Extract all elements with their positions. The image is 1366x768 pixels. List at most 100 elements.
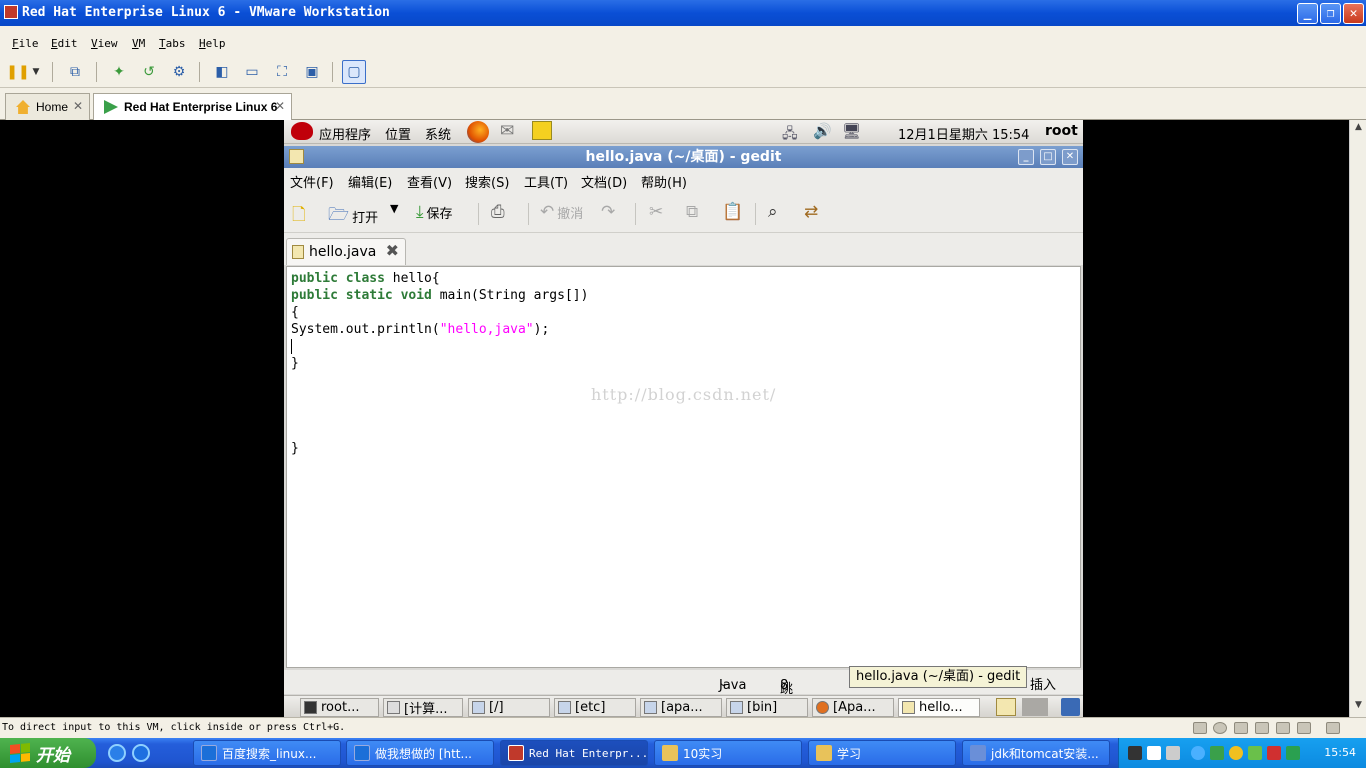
power-dropdown-icon[interactable]: ▼ xyxy=(28,60,44,84)
gedit-menu-documents[interactable]: 文档(D) xyxy=(581,172,627,191)
tray-shield-icon[interactable] xyxy=(1286,746,1300,760)
menu-file[interactable]: File xyxy=(12,37,39,50)
ie-quicklaunch-icon[interactable] xyxy=(108,744,126,762)
gedit-minimize-button[interactable]: _ xyxy=(1018,149,1034,165)
ie-quicklaunch-2-icon[interactable] xyxy=(132,744,150,762)
trash-icon[interactable] xyxy=(1061,698,1080,716)
scroll-up-arrow-icon[interactable]: ▲ xyxy=(1352,122,1365,136)
send-ctrl-alt-del-icon[interactable]: ⧉ xyxy=(63,60,87,84)
tray-app-icon[interactable] xyxy=(1147,746,1161,760)
menu-vm[interactable]: VM xyxy=(132,37,145,50)
copy-button[interactable]: ⧉ xyxy=(686,202,698,222)
gedit-menu-file[interactable]: 文件(F) xyxy=(290,172,334,191)
snapshot-icon[interactable]: ✦ xyxy=(107,60,131,84)
maximize-button[interactable]: ❐ xyxy=(1320,3,1341,24)
console-view-icon[interactable]: ▭ xyxy=(240,60,264,84)
menu-help[interactable]: Help xyxy=(199,37,226,50)
paste-button[interactable]: 📋 xyxy=(722,202,743,222)
message-log-icon[interactable] xyxy=(1326,722,1340,734)
taskbar-item-2[interactable]: 做我想做的 [htt... xyxy=(346,740,494,766)
taskbar-item-6[interactable]: jdk和tomcat安装... xyxy=(962,740,1110,766)
taskbar-item-5[interactable]: 学习 xyxy=(808,740,956,766)
redo-button[interactable]: ↷ xyxy=(601,202,615,222)
taskbar-item-3[interactable]: Red Hat Enterpr... xyxy=(500,740,648,766)
snapshot-manager-icon[interactable]: ⚙ xyxy=(167,60,191,84)
sidebar-view-icon[interactable]: ◧ xyxy=(210,60,234,84)
close-button[interactable]: ✕ xyxy=(1343,3,1364,24)
document-tab[interactable]: hello.java ✖ xyxy=(286,238,406,265)
menu-edit[interactable]: Edit xyxy=(51,37,78,50)
code-editor[interactable]: public class hello{ public static void m… xyxy=(286,266,1081,668)
gedit-menu-edit[interactable]: 编辑(E) xyxy=(348,172,392,191)
guest-screen[interactable]: 应用程序 位置 系统 ✉ 🖧 🔊 🖥 12月1日星期六 15:54 root h… xyxy=(284,120,1083,754)
gedit-close-button[interactable]: ✕ xyxy=(1062,149,1078,165)
panel-user[interactable]: root xyxy=(1045,123,1078,139)
close-tab-icon[interactable]: ✕ xyxy=(73,99,83,113)
print-button[interactable]: ⎙ xyxy=(491,202,505,222)
guest-task-firefox[interactable]: [Apa... xyxy=(812,698,894,717)
find-button[interactable]: ⌕ xyxy=(768,202,778,222)
cd-dvd-icon[interactable] xyxy=(1213,722,1227,734)
gedit-menu-tools[interactable]: 工具(T) xyxy=(524,172,568,191)
full-screen-icon[interactable]: ⛶ xyxy=(270,60,294,84)
menu-system[interactable]: 系统 xyxy=(425,124,451,143)
tray-antivirus-icon[interactable] xyxy=(1267,746,1281,760)
menu-view[interactable]: View xyxy=(91,37,118,50)
hard-disk-icon[interactable] xyxy=(1193,722,1207,734)
system-clock[interactable]: 15:54 xyxy=(1324,746,1356,759)
mail-icon[interactable]: ✉ xyxy=(500,121,514,141)
volume-icon[interactable]: 🔊 xyxy=(813,122,832,140)
start-button[interactable]: 开始 xyxy=(0,738,96,768)
display-icon[interactable]: 🖥 xyxy=(842,122,861,140)
scroll-down-arrow-icon[interactable]: ▼ xyxy=(1352,700,1365,714)
new-document-button[interactable]: 🗋 xyxy=(292,202,306,231)
guest-task-bin-folder[interactable]: [bin] xyxy=(726,698,808,717)
replace-button[interactable]: ⇄ xyxy=(804,202,818,222)
taskbar-item-4[interactable]: 10实习 xyxy=(654,740,802,766)
guest-task-apache-folder[interactable]: [apa... xyxy=(640,698,722,717)
revert-snapshot-icon[interactable]: ↺ xyxy=(137,60,161,84)
gedit-menu-help[interactable]: 帮助(H) xyxy=(641,172,687,191)
applet-notes-icon[interactable] xyxy=(996,698,1016,716)
guest-task-computer[interactable]: [计算... xyxy=(383,698,463,717)
redhat-logo-icon[interactable] xyxy=(291,122,313,140)
undo-button[interactable]: ↶ 撤消 xyxy=(540,202,583,222)
keyboard-icon[interactable] xyxy=(1128,746,1142,760)
close-tab-icon[interactable]: ✕ xyxy=(275,99,285,113)
gedit-maximize-button[interactable]: □ xyxy=(1040,149,1056,165)
tab-home[interactable]: Home ✕ xyxy=(5,93,90,120)
network-adapter-icon[interactable] xyxy=(1234,722,1248,734)
guest-task-gedit[interactable]: hello... xyxy=(898,698,980,717)
minimize-button[interactable]: _ xyxy=(1297,3,1318,24)
unity-icon[interactable]: ▣ xyxy=(300,60,324,84)
gedit-menu-view[interactable]: 查看(V) xyxy=(407,172,452,191)
notes-icon[interactable] xyxy=(532,121,552,140)
tray-security-icon[interactable] xyxy=(1210,746,1224,760)
guest-task-terminal[interactable]: root... xyxy=(300,698,379,717)
tray-messenger-icon[interactable] xyxy=(1229,746,1243,760)
taskbar-item-1[interactable]: 百度搜索_linux... xyxy=(193,740,341,766)
ime-icon[interactable] xyxy=(1166,746,1180,760)
cut-button[interactable]: ✂ xyxy=(649,202,663,222)
guest-task-root-folder[interactable]: [/] xyxy=(468,698,550,717)
tray-network-icon[interactable] xyxy=(1248,746,1262,760)
show-hidden-icons-icon[interactable] xyxy=(1191,746,1205,760)
menu-applications[interactable]: 应用程序 xyxy=(319,124,371,143)
guest-task-etc-folder[interactable]: [etc] xyxy=(554,698,636,717)
sound-icon[interactable] xyxy=(1276,722,1290,734)
menu-places[interactable]: 位置 xyxy=(385,124,411,143)
printer-icon[interactable] xyxy=(1297,722,1311,734)
usb-icon[interactable] xyxy=(1255,722,1269,734)
open-recent-dropdown-icon[interactable]: ▼ xyxy=(390,202,398,215)
tab-rhel6[interactable]: Red Hat Enterprise Linux 6 ✕ xyxy=(93,93,292,120)
workspace-switcher[interactable] xyxy=(1022,698,1048,716)
vm-vertical-scrollbar[interactable]: ▲ ▼ xyxy=(1349,120,1366,717)
quick-switch-icon[interactable]: ▢ xyxy=(342,60,366,84)
gedit-menu-search[interactable]: 搜索(S) xyxy=(465,172,509,191)
network-icon[interactable]: 🖧 xyxy=(782,123,798,147)
panel-clock[interactable]: 12月1日星期六 15:54 xyxy=(898,124,1029,143)
menu-tabs[interactable]: Tabs xyxy=(159,37,186,50)
close-document-icon[interactable]: ✖ xyxy=(386,241,399,260)
pause-icon[interactable]: ❚❚ xyxy=(6,60,30,84)
firefox-icon[interactable] xyxy=(467,121,489,143)
